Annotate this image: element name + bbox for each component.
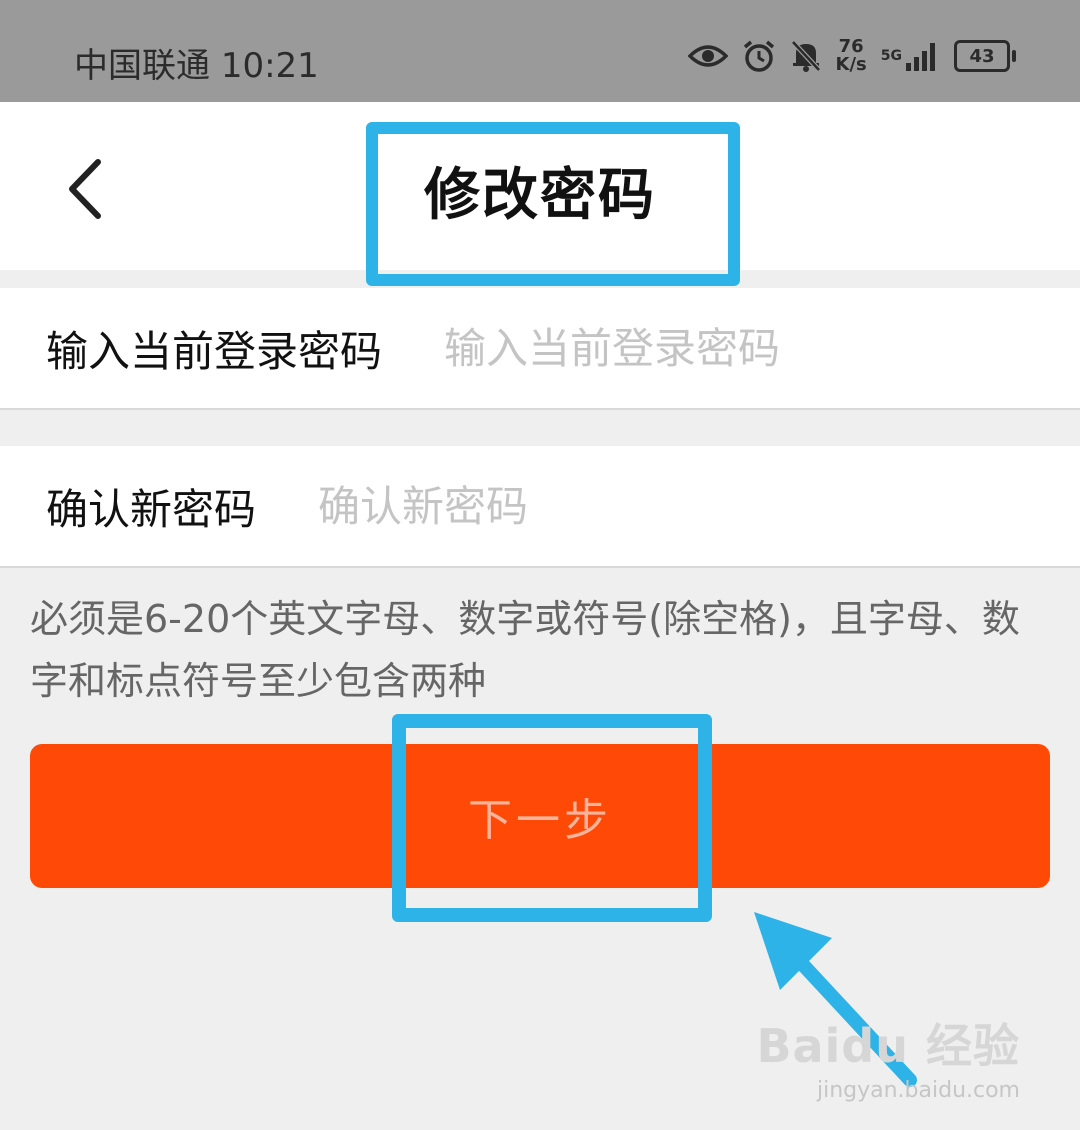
status-icons: 76 K/s 5G 43 bbox=[687, 38, 1016, 74]
net-speed: 76 K/s bbox=[836, 38, 867, 74]
page-title: 修改密码 bbox=[424, 163, 656, 228]
status-bar: 中国联通 10:21 76 K/s 5G 43 bbox=[0, 0, 1080, 102]
signal-icon: 5G bbox=[881, 41, 940, 71]
battery-level: 43 bbox=[969, 45, 995, 67]
nav-bar: 修改密码 bbox=[0, 102, 1080, 270]
watermark: Baidu 经验 jingyan.baidu.com bbox=[756, 1010, 1020, 1103]
mute-bell-icon bbox=[790, 39, 822, 73]
next-button[interactable]: 下一步 bbox=[30, 744, 1050, 888]
confirm-password-input[interactable] bbox=[316, 480, 941, 532]
current-password-row: 输入当前登录密码 bbox=[0, 288, 1080, 410]
clock: 10:21 bbox=[220, 46, 319, 86]
carrier-time: 中国联通 10:21 bbox=[74, 38, 319, 87]
alarm-icon bbox=[742, 39, 776, 73]
battery-icon: 43 bbox=[954, 40, 1016, 72]
network-type: 5G bbox=[880, 48, 902, 64]
confirm-password-row: 确认新密码 bbox=[0, 446, 1080, 568]
watermark-url: jingyan.baidu.com bbox=[816, 1078, 1020, 1103]
carrier-name: 中国联通 bbox=[74, 46, 210, 86]
current-password-input[interactable] bbox=[442, 322, 967, 374]
watermark-brand: Baidu 经验 bbox=[756, 1019, 1020, 1073]
net-speed-unit: K/s bbox=[835, 54, 867, 75]
current-password-label: 输入当前登录密码 bbox=[46, 326, 383, 376]
confirm-password-label: 确认新密码 bbox=[46, 484, 257, 534]
password-hint: 必须是6-20个英文字母、数字或符号(除空格)，且字母、数字和标点符号至少包含两… bbox=[30, 597, 1020, 703]
eye-icon bbox=[687, 42, 728, 70]
